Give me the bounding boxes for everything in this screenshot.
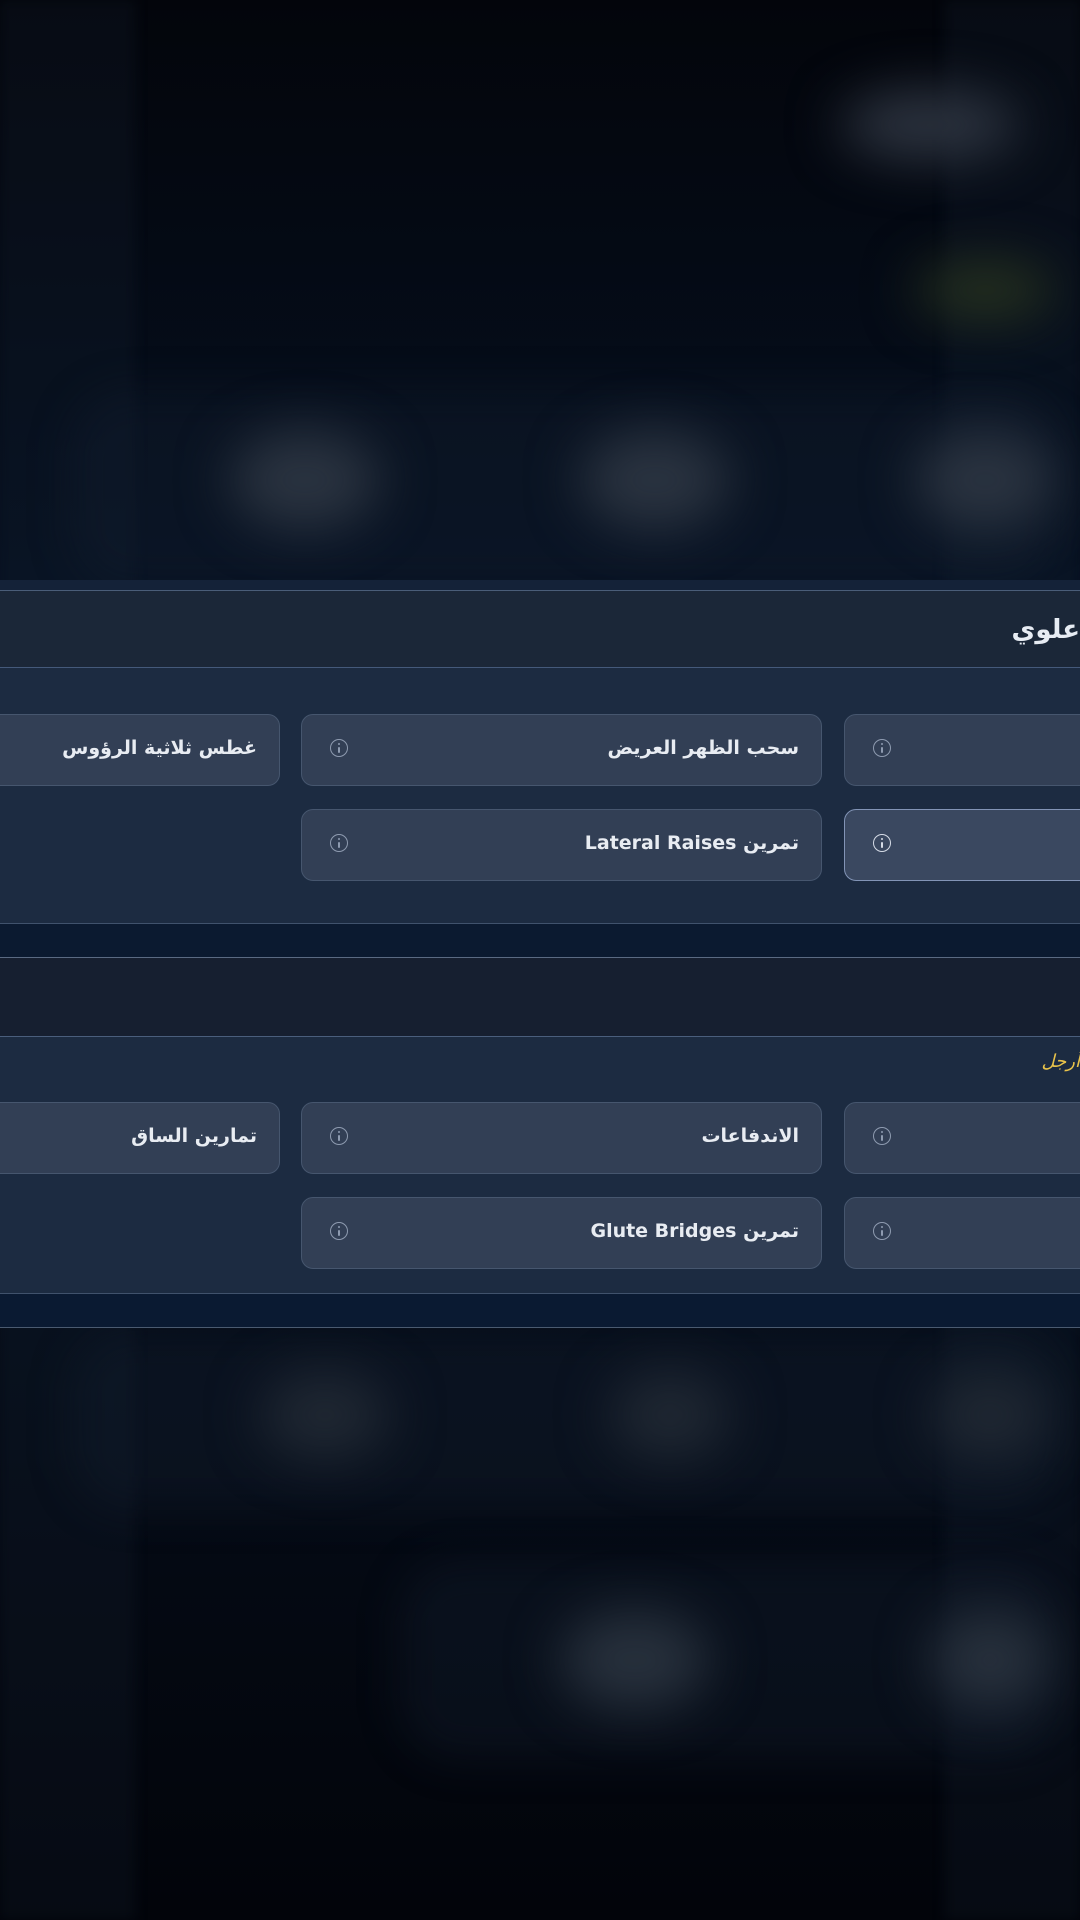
backdrop-panel bbox=[70, 1330, 1060, 1510]
backdrop-blob bbox=[930, 1370, 1050, 1460]
backdrop-panel bbox=[70, 390, 1060, 590]
exercise-card[interactable]: الاندفاعات bbox=[301, 1102, 822, 1174]
exercise-label: تمارين الساق bbox=[131, 1125, 257, 1147]
exercise-card[interactable] bbox=[844, 714, 1080, 786]
backdrop-blob bbox=[915, 260, 1055, 320]
section-header: علوي bbox=[0, 591, 1080, 667]
app-screen: علوي غطس ثلاثية الرؤوس سحب الظهر العريض … bbox=[0, 0, 1080, 1920]
section-upper-body: علوي غطس ثلاثية الرؤوس سحب الظهر العريض … bbox=[0, 580, 1080, 958]
exercise-card[interactable]: غطس ثلاثية الرؤوس bbox=[0, 714, 280, 786]
info-icon[interactable] bbox=[330, 1222, 348, 1240]
backdrop-blob bbox=[610, 1370, 730, 1460]
section-legs: أرجل تمارين الساق الاندفاعات تمرين Glute… bbox=[0, 957, 1080, 1340]
exercise-card[interactable] bbox=[844, 1197, 1080, 1269]
info-icon[interactable] bbox=[873, 834, 891, 852]
backdrop-blob bbox=[915, 430, 1055, 530]
info-icon[interactable] bbox=[873, 1222, 891, 1240]
info-icon[interactable] bbox=[330, 739, 348, 757]
exercise-card[interactable]: سحب الظهر العريض bbox=[301, 714, 822, 786]
exercise-grid: أرجل تمارين الساق الاندفاعات تمرين Glute… bbox=[0, 1037, 1080, 1293]
section-title: علوي bbox=[1011, 615, 1080, 645]
exercise-label: تمرين Lateral Raises bbox=[584, 832, 799, 854]
backdrop-blob bbox=[230, 430, 380, 530]
exercise-card[interactable]: تمارين الساق bbox=[0, 1102, 280, 1174]
backdrop-blob bbox=[580, 430, 730, 530]
info-icon[interactable] bbox=[330, 1127, 348, 1145]
info-icon[interactable] bbox=[873, 739, 891, 757]
backdrop-blob bbox=[840, 90, 1020, 160]
section-subtitle: أرجل bbox=[1041, 1051, 1080, 1072]
exercise-label: غطس ثلاثية الرؤوس bbox=[62, 737, 257, 759]
exercise-card[interactable] bbox=[844, 1102, 1080, 1174]
exercise-label: الاندفاعات bbox=[701, 1125, 799, 1147]
exercise-card[interactable]: تمرين Lateral Raises bbox=[301, 809, 822, 881]
exercise-card[interactable]: تمرين Glute Bridges bbox=[301, 1197, 822, 1269]
exercise-label: تمرين Glute Bridges bbox=[590, 1220, 799, 1242]
backdrop-blob bbox=[560, 1610, 710, 1710]
backdrop-blob bbox=[260, 1370, 390, 1460]
exercise-label: سحب الظهر العريض bbox=[607, 737, 799, 759]
info-icon[interactable] bbox=[330, 834, 348, 852]
exercise-grid: غطس ثلاثية الرؤوس سحب الظهر العريض تمرين… bbox=[0, 668, 1080, 923]
backdrop-blob bbox=[930, 1610, 1050, 1710]
section-header bbox=[0, 958, 1080, 1036]
exercise-card-selected[interactable] bbox=[844, 809, 1080, 881]
info-icon[interactable] bbox=[873, 1127, 891, 1145]
